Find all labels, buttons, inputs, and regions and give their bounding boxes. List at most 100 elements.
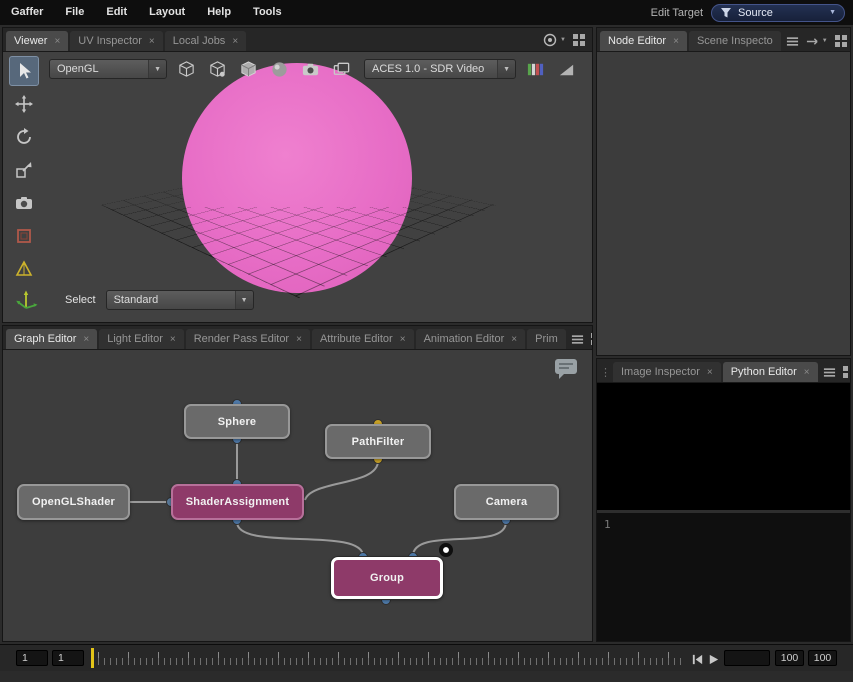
current-frame-field[interactable]: 1 [52, 650, 84, 666]
node-openglshader[interactable]: OpenGLShader [17, 484, 130, 520]
tab-attribute-editor[interactable]: Attribute Editor × [312, 329, 414, 349]
tab-render-pass-editor[interactable]: Render Pass Editor × [186, 329, 310, 349]
wire-camera-group [413, 522, 506, 556]
gamma-ramp-button[interactable] [554, 58, 578, 80]
node-pathfilter[interactable]: PathFilter [325, 424, 431, 459]
chevron-down-icon: ▼ [822, 38, 828, 44]
tab-viewer[interactable]: Viewer × [6, 31, 68, 51]
node-label: OpenGLShader [32, 496, 115, 508]
tab-overflow-indicator[interactable]: ⋮ [600, 366, 613, 382]
node-graph-canvas[interactable]: Sphere PathFilter OpenGLShader ShaderAss… [3, 350, 592, 641]
viewport[interactable]: OpenGL ▼ [3, 52, 592, 322]
layout-grid-button[interactable] [834, 34, 848, 48]
start-frame-field[interactable]: 1 [16, 650, 48, 666]
layout-grid-button[interactable] [590, 332, 592, 346]
tab-animation-editor[interactable]: Animation Editor × [416, 329, 526, 349]
node-sphere[interactable]: Sphere [184, 404, 290, 439]
select-mode-dropdown[interactable]: Standard ▼ [106, 290, 254, 310]
panel-menu-button[interactable] [823, 366, 836, 379]
timeline-bar: 1 1 100 100 [0, 644, 853, 671]
close-icon[interactable]: × [673, 36, 679, 47]
go-to-start-button[interactable] [690, 652, 704, 666]
close-icon[interactable]: × [400, 334, 406, 345]
focus-indicator[interactable] [439, 543, 453, 557]
snapshot-button[interactable] [298, 58, 322, 80]
renderer-dropdown[interactable]: OpenGL ▼ [49, 59, 167, 79]
node-follow-button[interactable]: ▼ [805, 35, 828, 48]
tab-label: Local Jobs [173, 35, 226, 47]
tab-light-editor[interactable]: Light Editor × [99, 329, 184, 349]
panel-menu-button[interactable] [571, 333, 584, 346]
range-end-field[interactable]: 100 [808, 650, 837, 666]
tab-python-editor[interactable]: Python Editor × [723, 362, 818, 382]
translate-tool-button[interactable] [9, 89, 39, 119]
layout-grid-button[interactable] [842, 365, 850, 379]
edit-target-value: Source [738, 7, 773, 19]
close-icon[interactable]: × [54, 36, 60, 47]
tab-scene-inspector[interactable]: Scene Inspecto [689, 31, 781, 51]
rgb-channels-button[interactable] [523, 58, 547, 80]
tab-label: Attribute Editor [320, 333, 393, 345]
node-camera[interactable]: Camera [454, 484, 559, 520]
cube-wireframe-icon [177, 60, 196, 79]
close-icon[interactable]: × [296, 334, 302, 345]
chevron-down-icon: ▼ [560, 37, 566, 43]
select-tool-button[interactable] [9, 56, 39, 86]
close-icon[interactable]: × [804, 367, 810, 378]
end-frame-field[interactable]: 100 [775, 650, 804, 666]
tab-node-editor[interactable]: Node Editor × [600, 31, 687, 51]
graph-editor-panel: Graph Editor × Light Editor × Render Pas… [2, 325, 593, 642]
close-icon[interactable]: × [511, 334, 517, 345]
shading-ball-button[interactable] [267, 58, 291, 80]
close-icon[interactable]: × [149, 36, 155, 47]
cube-solid-button[interactable] [236, 58, 260, 80]
python-editor-panel: ⋮ Image Inspector × Python Editor × [596, 358, 851, 642]
tab-image-inspector[interactable]: Image Inspector × [613, 362, 721, 382]
node-shaderassignment[interactable]: ShaderAssignment [171, 484, 304, 520]
cube-points-button[interactable] [205, 58, 229, 80]
field-value: 1 [58, 652, 64, 664]
camera-tool-button[interactable] [9, 188, 39, 218]
menu-layout[interactable]: Layout [138, 0, 196, 25]
tab-graph-editor[interactable]: Graph Editor × [6, 329, 97, 349]
close-icon[interactable]: × [707, 367, 713, 378]
scene-target-button[interactable]: ▼ [542, 32, 566, 48]
dropdown-value: ACES 1.0 - SDR Video [365, 63, 497, 75]
cube-wireframe-button[interactable] [174, 58, 198, 80]
graph-editor-tabbar: Graph Editor × Light Editor × Render Pas… [3, 326, 592, 350]
panel-menu-button[interactable] [786, 35, 799, 48]
node-group[interactable]: Group [331, 557, 443, 599]
image-compare-icon [332, 60, 351, 79]
annotation-button[interactable] [554, 358, 578, 383]
crop-window-tool-button[interactable] [9, 221, 39, 251]
menu-edit[interactable]: Edit [95, 0, 138, 25]
playhead[interactable] [91, 648, 94, 668]
field-value: 1 [22, 652, 28, 664]
edit-target-dropdown[interactable]: Source ▼ [711, 4, 845, 22]
menu-gaffer[interactable]: Gaffer [0, 0, 54, 25]
close-icon[interactable]: × [83, 334, 89, 345]
rotate-tool-button[interactable] [9, 122, 39, 152]
chevron-down-icon: ▼ [148, 60, 166, 78]
tab-local-jobs[interactable]: Local Jobs × [165, 31, 246, 51]
play-button[interactable] [706, 652, 720, 666]
close-icon[interactable]: × [232, 36, 238, 47]
image-compare-button[interactable] [329, 58, 353, 80]
tab-label: Viewer [14, 35, 47, 47]
python-input-area[interactable]: 1 [597, 513, 850, 641]
tab-primitive-inspector[interactable]: Prim [527, 329, 566, 349]
menu-tools[interactable]: Tools [242, 0, 293, 25]
playback-speed-field[interactable] [724, 650, 770, 666]
display-transform-dropdown[interactable]: ACES 1.0 - SDR Video ▼ [364, 59, 516, 79]
layout-grid-button[interactable] [572, 33, 586, 47]
node-label: Group [370, 572, 404, 584]
light-tool-button[interactable] [9, 254, 39, 284]
menu-help[interactable]: Help [196, 0, 242, 25]
menu-file[interactable]: File [54, 0, 95, 25]
close-icon[interactable]: × [170, 334, 176, 345]
target-icon [542, 32, 558, 48]
frame-ruler[interactable] [98, 649, 686, 668]
tab-uv-inspector[interactable]: UV Inspector × [70, 31, 162, 51]
chevron-down-icon: ▼ [235, 291, 253, 309]
scale-tool-button[interactable] [9, 155, 39, 185]
